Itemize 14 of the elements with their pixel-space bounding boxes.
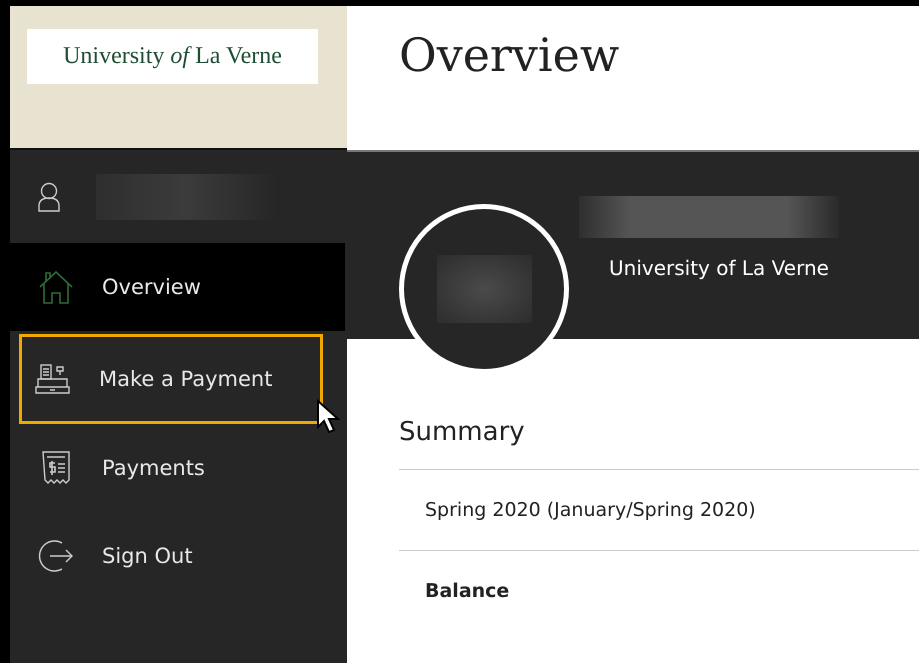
cash-register-icon — [35, 363, 71, 395]
sidebar-item[interactable]: Overview — [10, 243, 345, 331]
sign-out-icon — [38, 538, 74, 574]
sidebar-item[interactable]: Sign Out — [10, 512, 345, 600]
institution-name: University of La Verne — [609, 256, 830, 280]
university-logo: University of La Verne — [27, 29, 318, 84]
mouse-pointer-icon — [316, 399, 342, 435]
sidebar-item[interactable]: Payments — [10, 424, 345, 512]
summary-row-label: Balance — [425, 580, 510, 602]
house-icon — [38, 269, 74, 305]
summary-heading: Summary — [399, 417, 526, 447]
summary-row-label: Spring 2020 (January/Spring 2020) — [425, 499, 756, 521]
user-icon — [38, 182, 60, 212]
page-title: Overview — [399, 28, 620, 82]
